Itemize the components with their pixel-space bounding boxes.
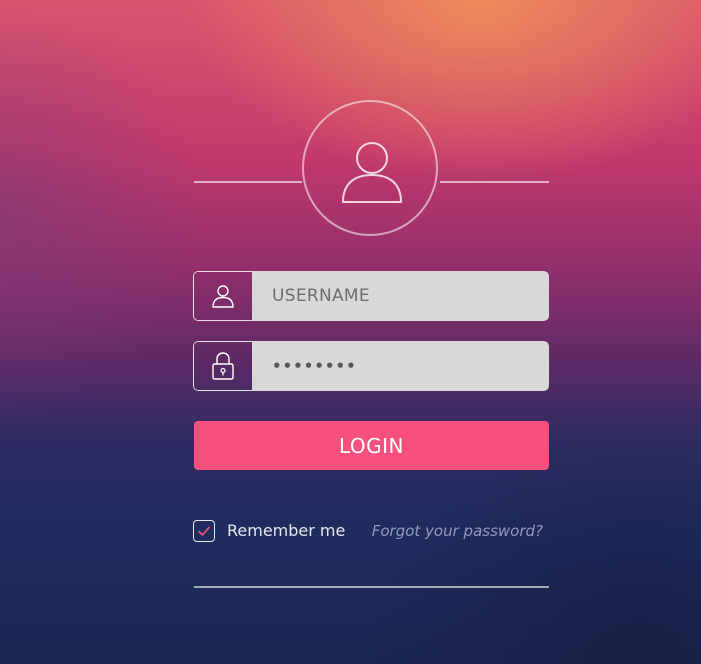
- forgot-password-link[interactable]: Forgot your password?: [372, 522, 543, 540]
- check-icon: [198, 526, 210, 536]
- password-input[interactable]: ••••••••: [252, 341, 549, 391]
- avatar: [302, 100, 438, 236]
- remember-label: Remember me: [227, 521, 346, 540]
- login-button[interactable]: LOGIN: [194, 421, 549, 470]
- login-button-label: LOGIN: [338, 433, 405, 458]
- lock-icon: [212, 352, 234, 380]
- footer-divider: [194, 586, 549, 588]
- password-icon-cell: [193, 341, 252, 391]
- username-icon-cell: [193, 271, 252, 321]
- remember-row: Remember me Forgot your password?: [193, 520, 549, 544]
- user-icon: [342, 142, 402, 203]
- username-placeholder: USERNAME: [272, 286, 370, 306]
- username-field[interactable]: USERNAME: [193, 271, 549, 321]
- header-divider-left: [194, 181, 302, 183]
- password-field[interactable]: ••••••••: [193, 341, 549, 391]
- password-value: ••••••••: [272, 357, 357, 375]
- background-shade: [0, 0, 701, 664]
- remember-checkbox[interactable]: [193, 520, 215, 542]
- header-divider-right: [440, 181, 549, 183]
- user-icon: [212, 285, 234, 308]
- username-input[interactable]: USERNAME: [252, 271, 549, 321]
